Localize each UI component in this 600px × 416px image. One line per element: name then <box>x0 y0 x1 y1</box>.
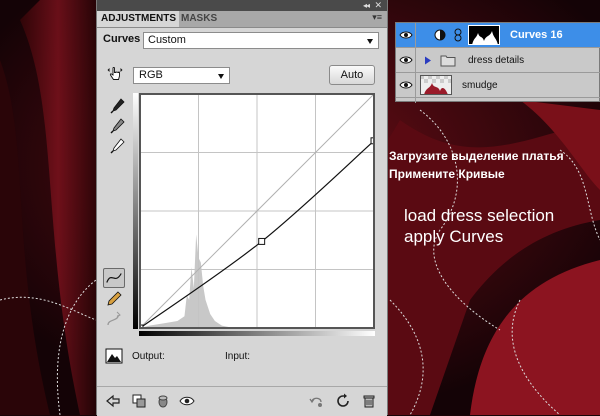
show-clipping-icon[interactable] <box>105 348 123 364</box>
chevron-down-icon <box>367 39 373 44</box>
caption-ru-line1: Загрузите выделение платья <box>389 149 564 163</box>
panel-tabs: ADJUSTMENTS MASKS ▾≡ <box>97 11 387 28</box>
chevron-down-icon <box>218 74 224 79</box>
panel-bottom-bar <box>97 386 387 416</box>
eye-icon[interactable] <box>399 28 413 42</box>
panel-menu-icon[interactable]: ▾≡ <box>372 12 382 23</box>
clip-to-layer-icon[interactable] <box>131 393 147 409</box>
previous-state-icon[interactable] <box>309 393 325 409</box>
caption-en-line1: load dress selection <box>404 206 555 225</box>
gray-point-eyedropper-icon[interactable] <box>107 116 129 136</box>
visibility-column-divider <box>415 23 416 103</box>
link-icon[interactable] <box>454 28 462 42</box>
caption-en-line2: apply Curves <box>404 227 504 246</box>
curve-graph[interactable] <box>139 93 375 329</box>
layer-row-curves[interactable]: Curves 16 <box>396 23 600 48</box>
black-point-eyedropper-icon[interactable] <box>107 96 129 116</box>
expand-triangle-icon[interactable] <box>424 56 432 65</box>
hand-pointer-icon[interactable] <box>107 66 123 82</box>
curve-points-icon[interactable] <box>103 268 125 288</box>
trash-icon[interactable] <box>361 393 377 409</box>
folder-icon <box>440 55 456 67</box>
eye-icon[interactable] <box>179 393 195 409</box>
white-point-eyedropper-icon[interactable] <box>107 136 129 156</box>
eye-icon[interactable] <box>399 78 413 92</box>
tab-adjustments[interactable]: ADJUSTMENTS <box>97 11 179 27</box>
auto-button[interactable]: Auto <box>329 65 375 85</box>
caption-english: load dress selection apply Curves <box>404 205 554 247</box>
curves-label: Curves <box>103 33 141 45</box>
back-arrow-icon[interactable] <box>105 393 121 409</box>
layers-panel: Curves 16 dress details smudge <box>395 22 600 103</box>
reset-icon[interactable] <box>335 393 351 409</box>
layer-mask-thumbnail[interactable] <box>468 25 500 45</box>
output-label: Output: <box>132 351 165 362</box>
layer-thumbnail[interactable] <box>420 75 452 95</box>
eye-icon[interactable] <box>399 53 413 67</box>
input-gradient-ramp <box>139 331 375 336</box>
visibility-toggle-icon[interactable] <box>155 393 171 409</box>
input-label: Input: <box>225 351 251 362</box>
caption-russian: Загрузите выделение платья Примените Кри… <box>389 147 564 183</box>
output-gradient-ramp <box>133 93 138 329</box>
layer-row-smudge[interactable]: smudge <box>396 73 600 98</box>
channel-dropdown[interactable]: RGB <box>133 67 230 84</box>
preset-value: Custom <box>148 34 186 46</box>
layer-name: dress details <box>468 55 525 66</box>
caption-ru-line2: Примените Кривые <box>389 167 505 181</box>
pencil-icon[interactable] <box>103 289 125 309</box>
preset-dropdown[interactable]: Custom <box>143 32 379 49</box>
close-icon[interactable]: ✕ <box>374 0 382 11</box>
panel-title-bar: ◂◂ ✕ <box>97 0 387 11</box>
adjustment-layer-icon <box>434 29 446 41</box>
layer-name: smudge <box>462 80 498 91</box>
tab-masks[interactable]: MASKS <box>177 11 221 27</box>
curve-control-point[interactable] <box>258 237 266 245</box>
layer-name: Curves 16 <box>510 29 563 41</box>
layer-row-dress-details[interactable]: dress details <box>396 48 600 73</box>
adjustments-panel: ◂◂ ✕ ADJUSTMENTS MASKS ▾≡ Curves Custom … <box>96 0 388 416</box>
channel-value: RGB <box>139 69 163 81</box>
smooth-icon[interactable] <box>103 309 125 329</box>
collapse-icon[interactable]: ◂◂ <box>363 0 370 11</box>
